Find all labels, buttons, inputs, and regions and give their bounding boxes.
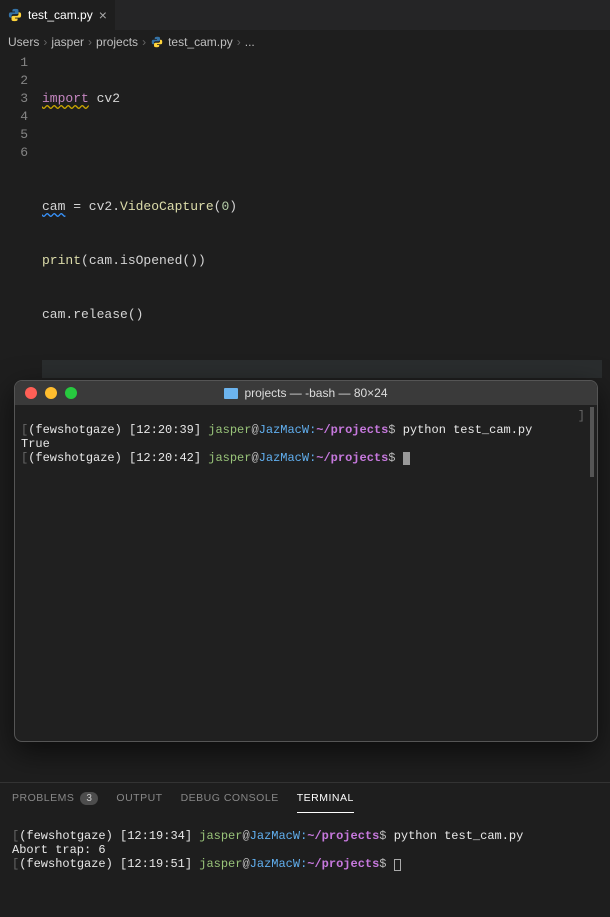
traffic-lights <box>15 387 77 399</box>
tab-terminal[interactable]: TERMINAL <box>297 783 354 813</box>
chevron-right-icon: › <box>237 35 241 49</box>
folder-icon <box>224 388 238 399</box>
code-editor[interactable]: 1 2 3 4 5 6 import cv2 cam = cv2.VideoCa… <box>0 54 610 414</box>
line-number-gutter: 1 2 3 4 5 6 <box>0 54 42 414</box>
integrated-terminal[interactable]: [(fewshotgaze) [12:19:34] jasper@JazMacW… <box>0 813 610 887</box>
bottom-panel: PROBLEMS 3 OUTPUT DEBUG CONSOLE TERMINAL… <box>0 782 610 917</box>
breadcrumb-item[interactable]: test_cam.py <box>168 35 233 49</box>
tab-problems[interactable]: PROBLEMS 3 <box>12 792 98 805</box>
tab-output[interactable]: OUTPUT <box>116 792 162 804</box>
breadcrumb-item[interactable]: projects <box>96 35 138 49</box>
terminal-body[interactable]: [(fewshotgaze) [12:20:39] jasper@JazMacW… <box>15 405 597 741</box>
terminal-title: projects — -bash — 80×24 <box>15 386 597 400</box>
close-window-icon[interactable] <box>25 387 37 399</box>
chevron-right-icon: › <box>43 35 47 49</box>
maximize-window-icon[interactable] <box>65 387 77 399</box>
breadcrumb-item[interactable]: ... <box>245 35 255 49</box>
terminal-cursor <box>403 452 410 465</box>
tab-debug-console[interactable]: DEBUG CONSOLE <box>181 792 279 804</box>
terminal-cursor <box>394 859 401 871</box>
breadcrumb-item[interactable]: jasper <box>51 35 84 49</box>
code-content[interactable]: import cv2 cam = cv2.VideoCapture(0) pri… <box>42 54 602 414</box>
minimize-window-icon[interactable] <box>45 387 57 399</box>
breadcrumb: Users › jasper › projects › test_cam.py … <box>0 30 610 54</box>
scrollbar-track[interactable] <box>590 407 594 477</box>
terminal-titlebar[interactable]: projects — -bash — 80×24 <box>15 381 597 405</box>
chevron-right-icon: › <box>88 35 92 49</box>
tab-filename: test_cam.py <box>28 8 93 22</box>
macos-terminal-window[interactable]: projects — -bash — 80×24 [(fewshotgaze) … <box>14 380 598 742</box>
close-icon[interactable]: × <box>99 7 107 23</box>
editor-tab-bar: test_cam.py × <box>0 0 610 30</box>
editor-tab[interactable]: test_cam.py × <box>0 0 115 30</box>
python-icon <box>150 35 164 49</box>
python-icon <box>8 8 22 22</box>
panel-tabs: PROBLEMS 3 OUTPUT DEBUG CONSOLE TERMINAL <box>0 783 610 813</box>
problems-count-badge: 3 <box>80 792 98 805</box>
breadcrumb-item[interactable]: Users <box>8 35 39 49</box>
chevron-right-icon: › <box>142 35 146 49</box>
